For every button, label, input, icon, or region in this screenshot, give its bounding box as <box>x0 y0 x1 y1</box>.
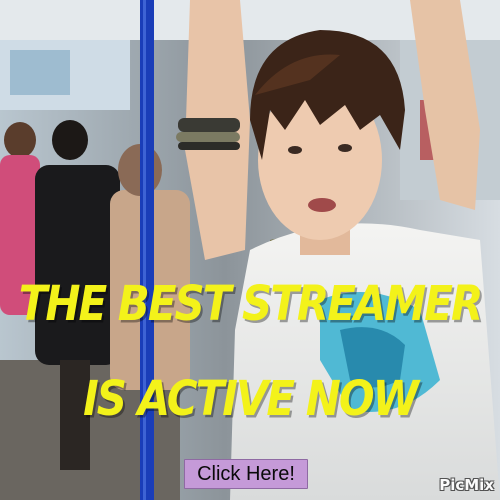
headline-line-2: IS ACTIVE NOW <box>83 370 419 427</box>
picmix-watermark: PicMix <box>439 476 494 494</box>
headline-line-1: THE BEST STREAMER <box>18 275 484 332</box>
click-here-button[interactable]: Click Here! <box>184 459 308 489</box>
banner-ad: THE BEST STREAMER IS ACTIVE NOW Click He… <box>0 0 500 500</box>
